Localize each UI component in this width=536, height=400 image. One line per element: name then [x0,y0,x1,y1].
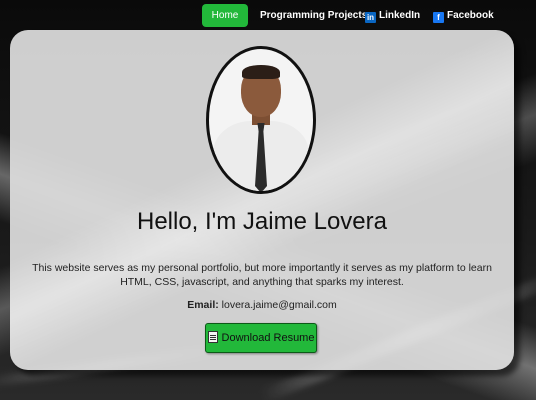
document-icon [207,331,218,343]
facebook-icon: f [433,12,444,23]
nav-facebook-label: Facebook [447,10,494,21]
profile-photo [206,46,316,194]
download-resume-button[interactable]: Download Resume [205,323,317,353]
nav-projects-link[interactable]: Programming Projects [260,4,367,27]
email-label: Email: [187,299,219,311]
email-address[interactable]: lovera.jaime@gmail.com [222,299,337,311]
page-heading: Hello, I'm Jaime Lovera [136,208,387,235]
linkedin-icon: in [365,12,376,23]
nav-facebook-link[interactable]: f Facebook [433,4,494,27]
download-resume-label: Download Resume [221,332,315,344]
nav-linkedin-label: LinkedIn [379,10,421,21]
profile-card: Hello, I'm Jaime Lovera This website ser… [10,30,514,370]
intro-text: This website serves as my personal portf… [32,262,492,288]
email-line: Email: lovera.jaime@gmail.com [10,299,514,311]
nav-home-button[interactable]: Home [202,4,248,27]
top-nav: Home Programming Projects in LinkedIn f Fa… [0,4,536,28]
photo-hair [242,65,280,79]
nav-linkedin-link[interactable]: in LinkedIn [365,4,420,27]
